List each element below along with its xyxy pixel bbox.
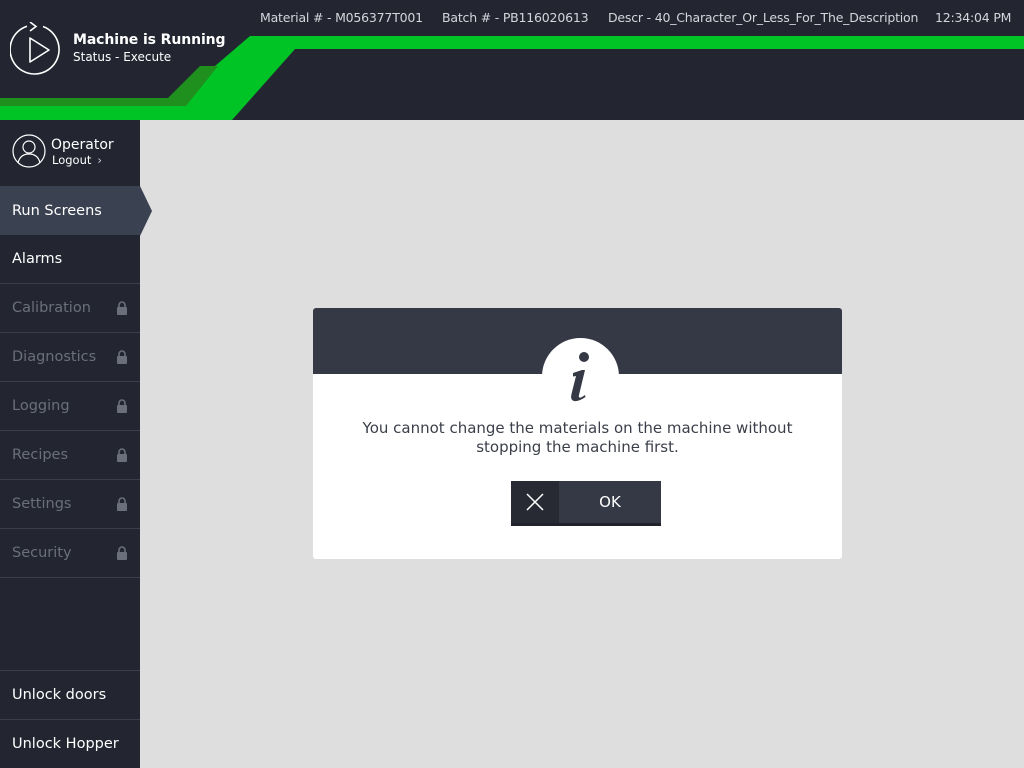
play-icon <box>10 22 60 75</box>
user-icon <box>12 134 46 168</box>
user-panel: Operator Logout › <box>0 120 140 186</box>
nav-item-label: Logging <box>12 398 70 414</box>
material-number: Material # - M056377T001 <box>260 10 423 25</box>
nav-item-diagnostics[interactable]: Diagnostics <box>0 333 140 382</box>
lock-icon <box>117 546 127 560</box>
lock-icon <box>117 301 127 315</box>
info-bar: Material # - M056377T001 Batch # - PB116… <box>0 10 1024 28</box>
lock-icon <box>117 497 127 511</box>
lock-icon <box>117 399 127 413</box>
machine-status-subtitle: Status - Execute <box>73 50 172 64</box>
unlock-hopper-label: Unlock Hopper <box>12 736 119 752</box>
unlock-doors-label: Unlock doors <box>12 687 107 703</box>
info-icon <box>571 352 589 402</box>
nav-item-label: Recipes <box>12 447 69 463</box>
machine-status-title: Machine is Running <box>73 32 226 48</box>
nav-item-label: Diagnostics <box>12 349 97 365</box>
logout-label: Logout <box>52 153 92 167</box>
unlock-hopper-button[interactable]: Unlock Hopper <box>0 719 140 768</box>
dialog-message: You cannot change the materials on the m… <box>362 419 793 456</box>
nav-item-security[interactable]: Security <box>0 529 140 578</box>
nav-item-run-screens[interactable]: Run Screens <box>0 186 152 236</box>
nav-item-label: Settings <box>12 496 72 512</box>
batch-number: Batch # - PB116020613 <box>442 10 589 25</box>
chevron-right-icon: › <box>97 153 102 167</box>
description-text: Descr - 40_Character_Or_Less_For_The_Des… <box>608 10 919 25</box>
sidebar: Operator Logout › Run Screens Alarms Cali… <box>0 120 152 768</box>
info-dialog: You cannot change the materials on the m… <box>313 308 842 559</box>
nav-item-label: Run Screens <box>12 202 102 219</box>
user-name: Operator <box>51 137 114 153</box>
lock-icon <box>117 350 127 364</box>
close-icon[interactable] <box>511 481 559 523</box>
clock-time: 12:34:04 PM <box>935 10 1012 25</box>
nav-item-label: Alarms <box>12 251 63 267</box>
logout-link[interactable]: Logout › <box>52 153 102 167</box>
nav-item-logging[interactable]: Logging <box>0 382 140 431</box>
nav-item-calibration[interactable]: Calibration <box>0 284 140 333</box>
unlock-doors-button[interactable]: Unlock doors <box>0 670 140 719</box>
header-bar: Machine is Running Status - Execute Mate… <box>0 0 1024 120</box>
nav-item-settings[interactable]: Settings <box>0 480 140 529</box>
nav-item-label: Security <box>12 545 72 561</box>
info-icon-badge <box>542 338 619 415</box>
nav-item-label: Calibration <box>12 300 91 316</box>
nav-item-recipes[interactable]: Recipes <box>0 431 140 480</box>
nav-item-alarms[interactable]: Alarms <box>0 235 140 284</box>
ok-button-label: OK <box>599 493 621 511</box>
ok-button[interactable]: OK <box>511 481 661 526</box>
lock-icon <box>117 448 127 462</box>
